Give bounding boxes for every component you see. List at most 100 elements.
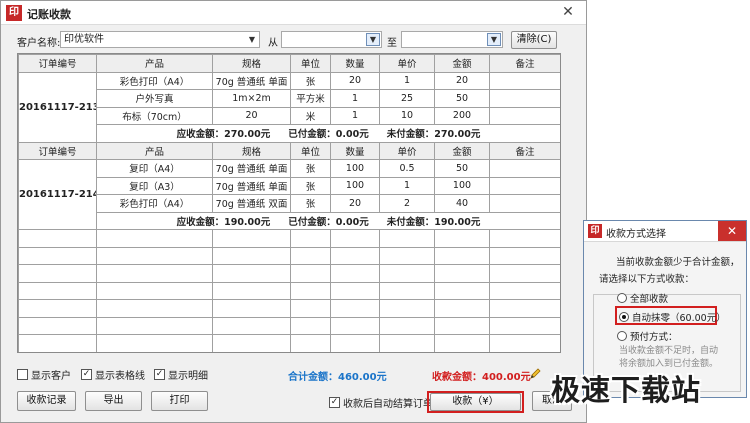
option-auto-radio[interactable]: 自动抹零（60.00元） — [619, 310, 726, 324]
cell-qty: 1 — [330, 106, 380, 125]
collect-button[interactable]: 收款（¥） — [430, 393, 521, 411]
option-prepay-radio[interactable]: 预付方式： — [617, 329, 678, 343]
cell-price: 25 — [379, 89, 435, 108]
column-header: 产品 — [96, 54, 213, 73]
checkbox-box[interactable]: ✓ — [81, 369, 92, 380]
filter-row: 客户名称: 印优软件 ▼ 从 ▼ 至 ▼ 清除(C) — [1, 31, 588, 51]
column-header: 金额 — [434, 141, 490, 160]
table-row[interactable]: 20161117-213 彩色打印（A4） 70g 普通纸 单面张 20 1 20 — [18, 71, 560, 143]
show-gridlines-checkbox[interactable]: ✓ 显示表格线 — [81, 367, 145, 382]
cell-price: 2 — [379, 194, 435, 213]
cell-amount: 50 — [434, 159, 490, 178]
calendar-dropdown-icon[interactable]: ▼ — [366, 33, 380, 46]
summary-unpaid: 未付金额：270.00元 — [386, 129, 481, 141]
cell-note — [489, 176, 560, 195]
checkbox-box[interactable] — [17, 369, 28, 380]
column-header: 金额 — [434, 54, 490, 73]
cell-price: 1 — [379, 71, 435, 90]
options-row: 显示客户 ✓ 显示表格线 ✓ 显示明细 合计金额：460.00元 收款金额：40… — [1, 367, 588, 383]
order-summary: 应收金额：190.00元 已付金额：0.00元 未付金额：190.00元 — [96, 211, 560, 230]
order-number: 20161117-213 — [18, 71, 97, 143]
column-header: 备注 — [489, 54, 560, 73]
cell-price: 0.5 — [379, 159, 435, 178]
radio-circle[interactable] — [617, 331, 627, 341]
show-customer-label: 显示客户 — [31, 371, 71, 382]
auto-settle-checkbox[interactable]: ✓ 收款后自动结算订单 — [329, 395, 433, 410]
summary-paid: 已付金额：0.00元 — [288, 129, 369, 141]
site-watermark: 极速下载站 — [551, 373, 702, 407]
dialog-message-line2: 请选择以下方式收款： — [599, 274, 695, 285]
table-row[interactable]: 复印（A3） 70g 普通纸 单面张 100 1 100 — [19, 176, 560, 195]
cell-qty: 20 — [330, 71, 380, 90]
cell-price: 10 — [379, 106, 435, 125]
table-header-row: 订单编号 产品 规格 单位 数量 单价 金额 备注 — [18, 54, 560, 73]
table-row[interactable]: 布标（70cm） 20 米 1 10 200 — [19, 106, 560, 125]
cell-spec: 70g 普通纸 单面 — [212, 176, 291, 195]
date-to-field[interactable]: ▼ — [401, 31, 503, 48]
option-full-label: 全部收款 — [630, 294, 669, 305]
date-from-field[interactable]: ▼ — [281, 31, 382, 48]
column-header: 单价 — [379, 141, 435, 160]
from-label: 从 — [268, 38, 278, 49]
cell-note — [489, 194, 560, 213]
show-detail-checkbox[interactable]: ✓ 显示明细 — [154, 367, 208, 382]
table-row[interactable]: 彩色打印（A4） 70g 普通纸 双面张 20 2 40 — [19, 194, 560, 213]
cell-amount: 20 — [434, 71, 490, 90]
customer-select[interactable]: 印优软件 ▼ — [60, 31, 260, 48]
to-label: 至 — [387, 38, 397, 49]
column-header: 产品 — [96, 141, 213, 160]
column-header: 订单编号 — [18, 54, 97, 73]
option-full-radio[interactable]: 全部收款 — [617, 291, 668, 305]
window-title: 记账收款 — [27, 8, 71, 21]
order-summary-row: 应收金额：270.00元 已付金额：0.00元 未付金额：270.00元 — [19, 124, 560, 143]
table-header-row: 订单编号 产品 规格 单位 数量 单价 金额 备注 — [18, 141, 560, 160]
cell-note — [489, 106, 560, 125]
checkbox-box[interactable]: ✓ — [154, 369, 165, 380]
cell-unit: 张 — [290, 71, 331, 90]
title-bar: 印 记账收款 ✕ — [1, 1, 586, 25]
cell-unit: 张 — [290, 176, 331, 195]
summary-receivable: 应收金额：190.00元 — [176, 216, 271, 228]
option-auto-label: 自动抹零（60.00元） — [632, 313, 726, 324]
order-number: 20161117-214 — [18, 159, 97, 230]
chevron-down-icon: ▼ — [248, 35, 256, 44]
cell-unit: 平方米 — [290, 89, 331, 108]
calendar-dropdown-icon[interactable]: ▼ — [487, 33, 501, 46]
prepay-hint-line1: 当收款金额不足时，自动 — [619, 346, 719, 356]
close-icon[interactable]: ✕ — [550, 1, 586, 23]
radio-circle[interactable] — [617, 293, 627, 303]
cell-note — [489, 89, 560, 108]
cell-product: 复印（A4） — [96, 159, 213, 178]
clear-button[interactable]: 清除(C) — [511, 31, 557, 49]
main-window: 印 记账收款 ✕ 客户名称: 印优软件 ▼ 从 ▼ 至 ▼ 清除(C) 订单编号… — [0, 0, 587, 423]
dialog-close-icon[interactable]: ✕ — [718, 221, 746, 241]
cell-qty: 1 — [330, 89, 380, 108]
table-row[interactable]: 20161117-214 复印（A4） 70g 普通纸 单面张 100 0.5 50 — [18, 159, 560, 230]
cell-qty: 100 — [330, 159, 380, 178]
app-logo: 印 — [6, 5, 22, 21]
cell-qty: 20 — [330, 194, 380, 213]
radio-circle[interactable] — [619, 312, 629, 322]
checkbox-box[interactable]: ✓ — [329, 397, 340, 408]
orders-table-container[interactable]: 订单编号 产品 规格 单位 数量 单价 金额 备注 20161117-213 彩色打印（A4） 70… — [17, 53, 561, 353]
total-amount: 合计金额：460.00元 — [288, 372, 387, 383]
dialog-title: 收款方式选择 — [606, 229, 666, 240]
column-header: 单位 — [290, 141, 331, 160]
show-customer-checkbox[interactable]: 显示客户 — [17, 367, 71, 382]
export-button[interactable]: 导出 — [85, 391, 142, 411]
customer-label: 客户名称: — [17, 38, 61, 49]
payment-records-button[interactable]: 收款记录 — [17, 391, 76, 411]
option-prepay-label: 预付方式： — [630, 332, 678, 343]
print-button[interactable]: 打印 — [151, 391, 208, 411]
cell-amount: 50 — [434, 89, 490, 108]
column-header: 数量 — [330, 141, 380, 160]
cell-unit: 米 — [290, 106, 331, 125]
cell-amount: 100 — [434, 176, 490, 195]
auto-settle-label: 收款后自动结算订单 — [343, 399, 433, 410]
pencil-icon[interactable] — [529, 367, 541, 380]
show-gridlines-label: 显示表格线 — [95, 371, 145, 382]
column-header: 规格 — [212, 141, 291, 160]
table-row[interactable]: 户外写真 1m×2m 平方米 1 25 50 — [19, 89, 560, 108]
cell-note — [489, 159, 560, 178]
cell-amount: 40 — [434, 194, 490, 213]
